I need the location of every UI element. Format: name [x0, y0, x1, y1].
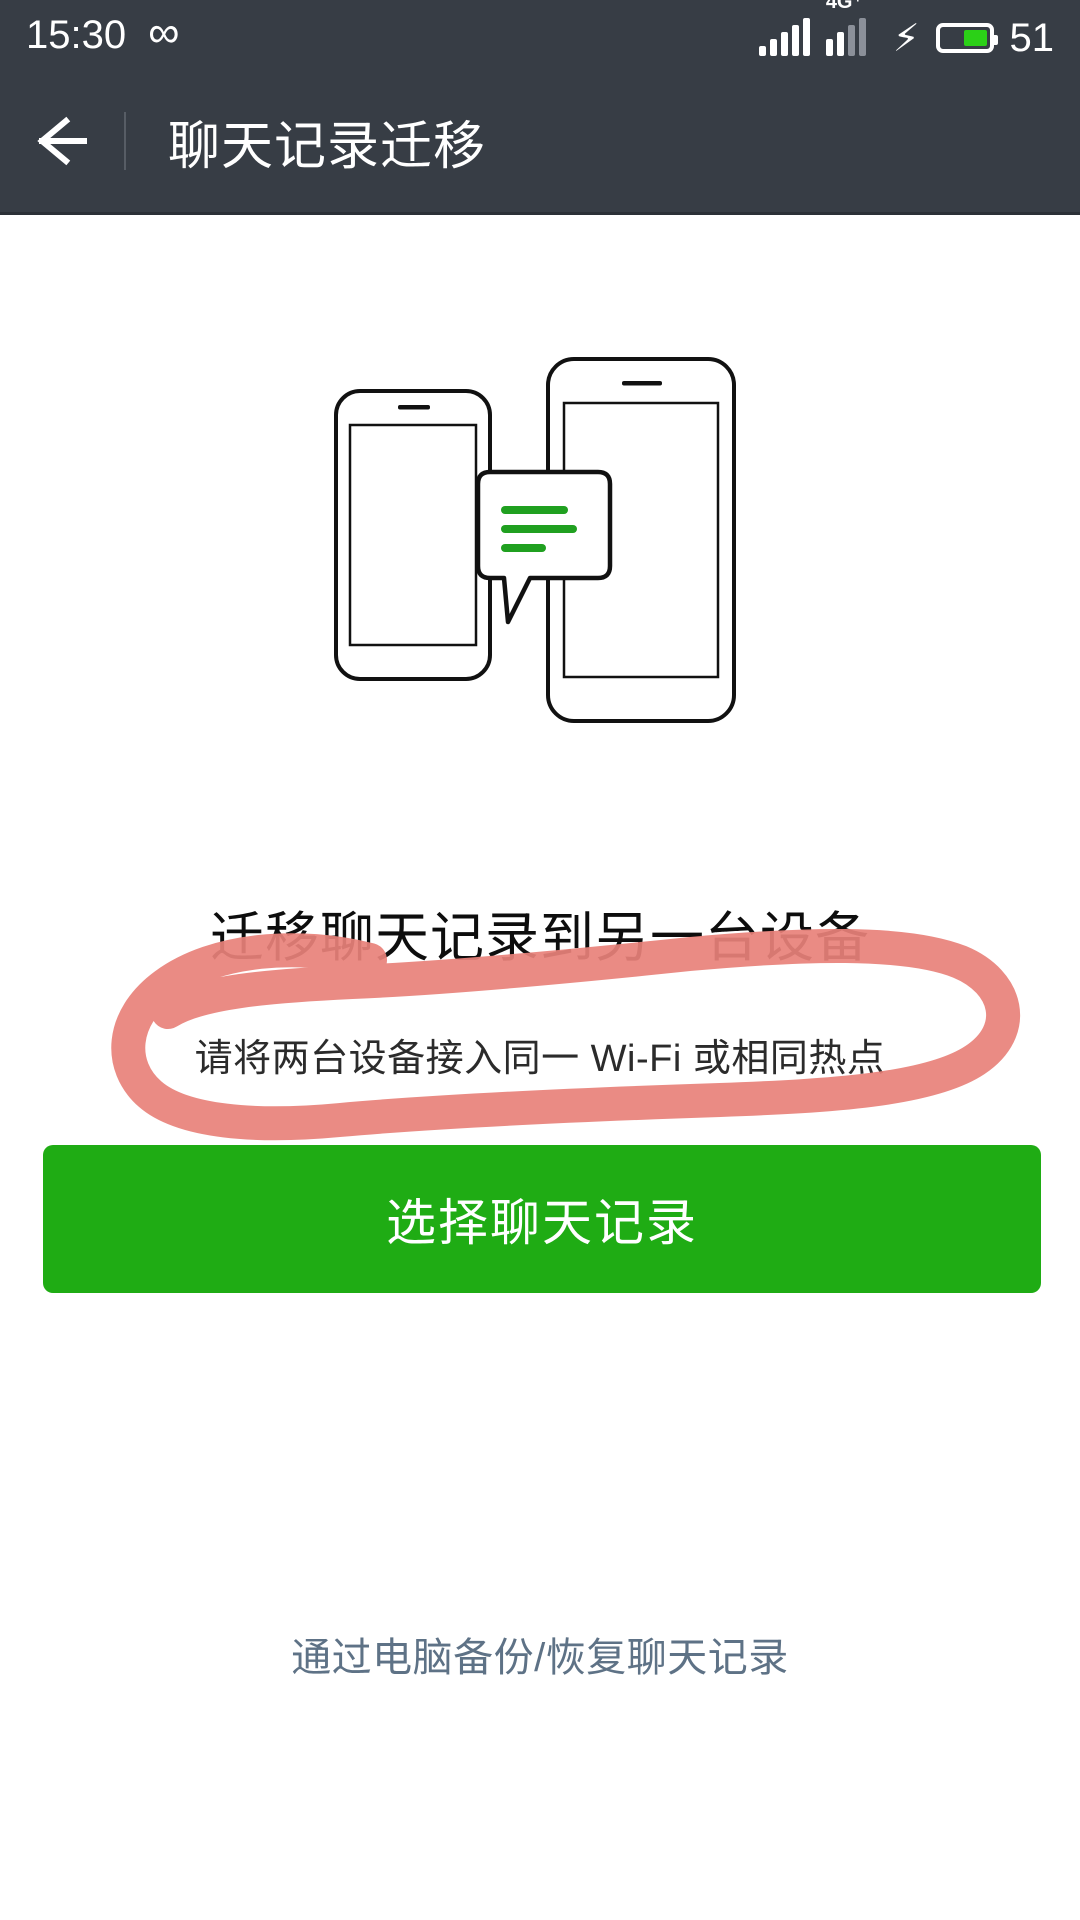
battery-fill [964, 30, 987, 46]
battery-percent-label: 51 [1009, 16, 1055, 60]
back-button[interactable] [0, 69, 120, 214]
title-bar: 聊天记录迁移 [0, 70, 1080, 215]
subtitle-text: 请将两台设备接入同一 Wi-Fi 或相同热点 [194, 1038, 886, 1080]
content-area: 迁移聊天记录到另一台设备 请将两台设备接入同一 Wi-Fi 或相同热点 选择聊天… [0, 215, 1080, 1920]
signal-bars-icon [758, 18, 810, 56]
charging-bolt-icon: ⚡ [892, 18, 920, 60]
title-divider [124, 112, 126, 170]
status-bar: 15:30 ∞ 4G⁺ ⚡ 51 [0, 0, 1080, 70]
back-arrow-icon [28, 113, 92, 169]
two-phones-chat-transfer-illustration [0, 345, 1080, 745]
status-time: 15:30 [26, 13, 127, 57]
status-bar-right: 4G⁺ ⚡ 51 [758, 0, 1055, 60]
select-chat-records-button[interactable]: 选择聊天记录 [43, 1145, 1041, 1293]
page-title: 聊天记录迁移 [168, 117, 487, 176]
battery-icon [935, 23, 998, 53]
network-type-label: 4G⁺ [825, 0, 864, 13]
signal-bars-secondary-icon: 4G⁺ [825, 0, 877, 56]
pc-backup-restore-link[interactable]: 通过电脑备份/恢复聊天记录 [0, 1625, 1080, 1683]
infinity-icon: ∞ [148, 8, 180, 57]
status-bar-left: 15:30 ∞ [26, 11, 179, 57]
headline-text: 迁移聊天记录到另一台设备 [210, 908, 870, 968]
